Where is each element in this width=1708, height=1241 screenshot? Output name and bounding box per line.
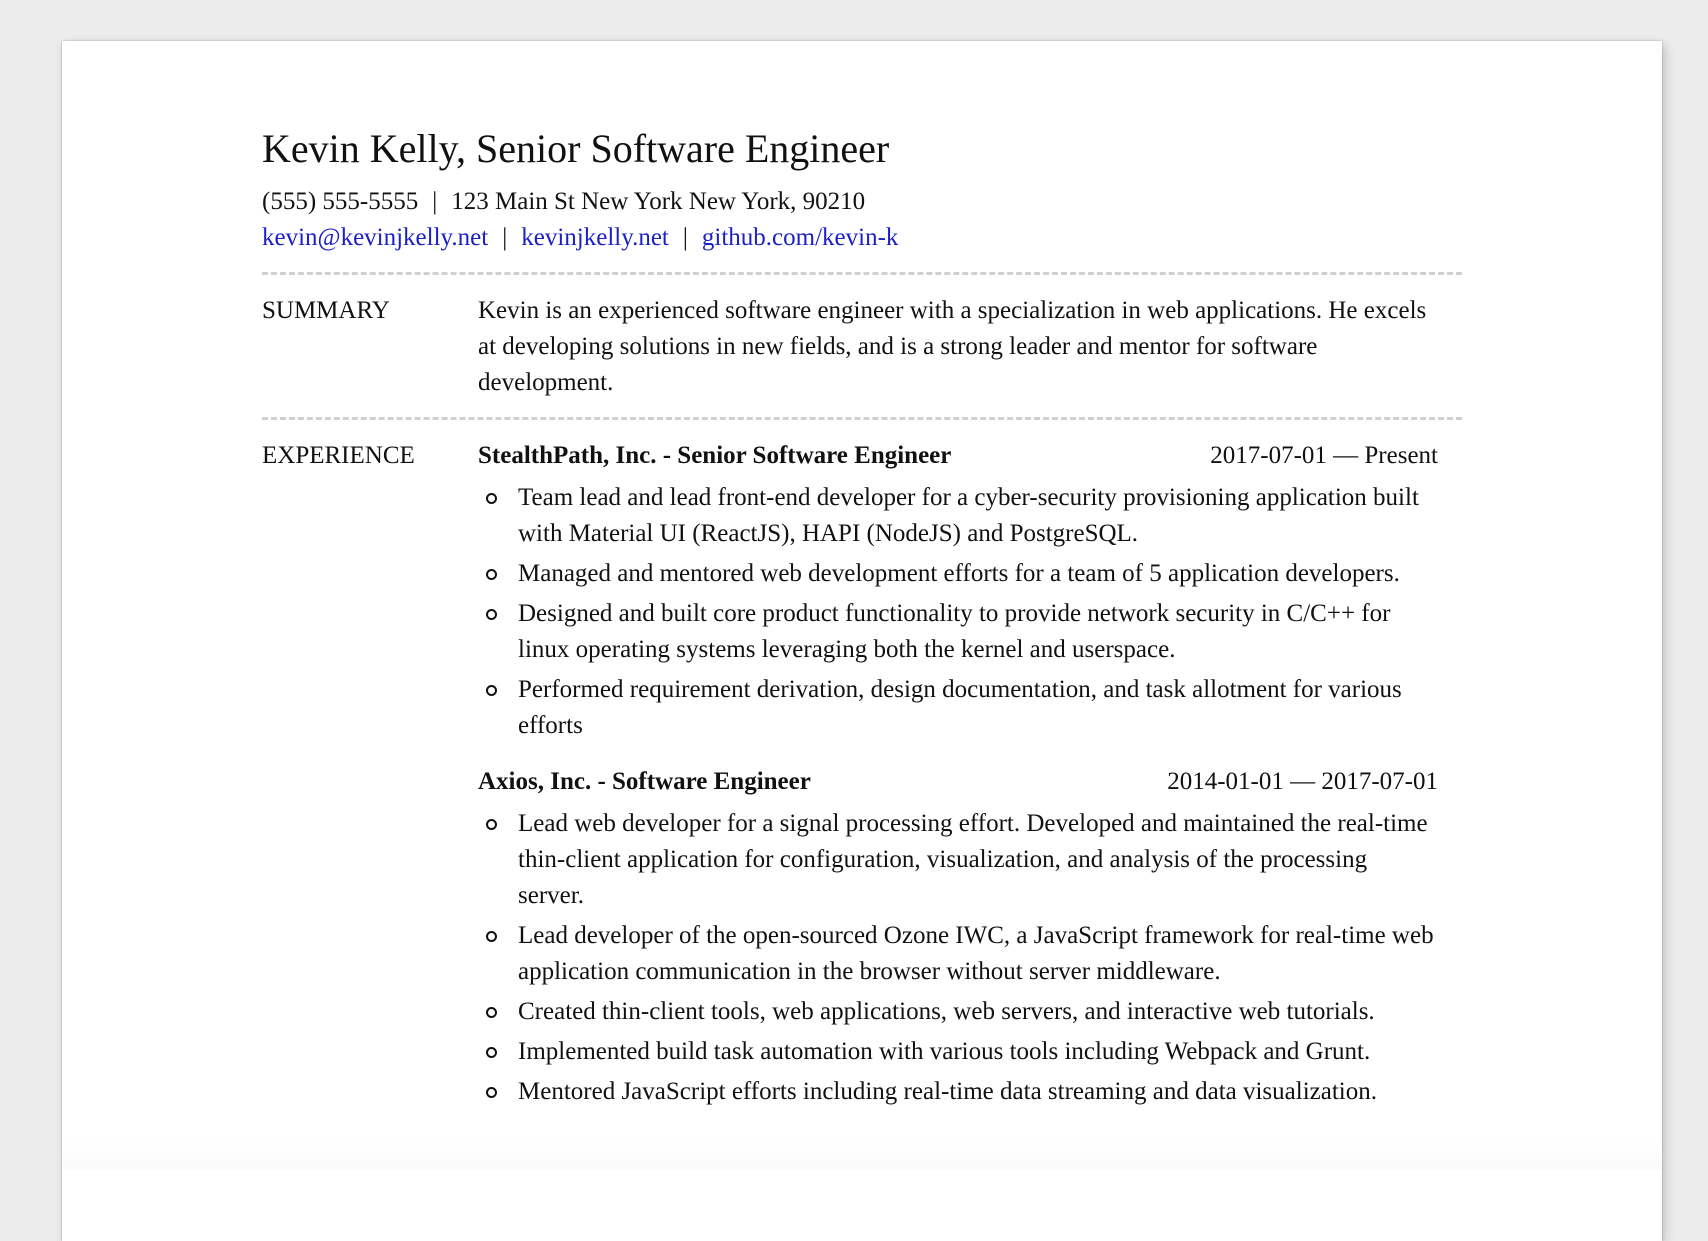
list-item: Created thin-client tools, web applicati… (478, 994, 1438, 1030)
bullet-text: Designed and built core product function… (518, 600, 1391, 663)
experience-body: StealthPath, Inc. - Senior Software Engi… (478, 438, 1462, 1130)
job-dates: 2017-07-01 — Present (1210, 442, 1438, 469)
job-title: Axios, Inc. - Software Engineer (478, 768, 811, 795)
name-title: Kevin Kelly, Senior Software Engineer (262, 126, 890, 171)
list-item: Implemented build task automation with v… (478, 1034, 1438, 1070)
list-item: Performed requirement derivation, design… (478, 672, 1438, 744)
circle-bullet-icon (486, 819, 497, 830)
contact-line-links: kevin@kevinjkelly.net | kevinjkelly.net | gi… (262, 220, 1462, 256)
circle-bullet-icon (486, 1007, 497, 1018)
job-header: Axios, Inc. - Software Engineer 2014-01-… (478, 764, 1438, 800)
bullet-text: Team lead and lead front-end developer f… (518, 484, 1419, 547)
list-item: Managed and mentored web development eff… (478, 556, 1438, 592)
phone-number: (555) 555-5555 (262, 188, 419, 215)
list-item: Mentored JavaScript efforts including re… (478, 1074, 1438, 1110)
github-link[interactable]: github.com/kevin-k (702, 224, 899, 251)
website-link[interactable]: kevinjkelly.net (521, 224, 669, 251)
section-label-summary: SUMMARY (262, 297, 390, 324)
email-link[interactable]: kevin@kevinjkelly.net (262, 224, 488, 251)
job-title: StealthPath, Inc. - Senior Software Engi… (478, 442, 952, 469)
section-label-experience: EXPERIENCE (262, 442, 415, 469)
contact-separator: | (682, 224, 688, 251)
summary-text: Kevin is an experienced software enginee… (478, 297, 1427, 396)
job-header: StealthPath, Inc. - Senior Software Engi… (478, 438, 1438, 474)
address: 123 Main St New York New York, 90210 (451, 188, 866, 215)
circle-bullet-icon (486, 609, 497, 620)
job-entry: Axios, Inc. - Software Engineer 2014-01-… (478, 764, 1438, 1110)
list-item: Team lead and lead front-end developer f… (478, 480, 1438, 552)
summary-body: Kevin is an experienced software enginee… (478, 293, 1462, 417)
job-bullets: Lead web developer for a signal processi… (478, 806, 1438, 1110)
bullet-text: Performed requirement derivation, design… (518, 676, 1402, 739)
experience-section: EXPERIENCE StealthPath, Inc. - Senior So… (262, 420, 1462, 1130)
job-dates: 2014-01-01 — 2017-07-01 (1167, 768, 1438, 795)
bullet-text: Implemented build task automation with v… (518, 1038, 1371, 1065)
resume-page: Kevin Kelly, Senior Software Engineer (5… (62, 41, 1662, 1241)
bullet-text: Created thin-client tools, web applicati… (518, 998, 1375, 1025)
summary-section: SUMMARY Kevin is an experienced software… (262, 275, 1462, 417)
circle-bullet-icon (486, 569, 497, 580)
contact-line-phone-address: (555) 555-5555 | 123 Main St New York New … (262, 184, 1462, 220)
bullet-text: Lead developer of the open-sourced Ozone… (518, 922, 1434, 985)
list-item: Lead web developer for a signal processi… (478, 806, 1438, 914)
bullet-text: Managed and mentored web development eff… (518, 560, 1400, 587)
contact-separator: | (432, 188, 438, 215)
job-bullets: Team lead and lead front-end developer f… (478, 480, 1438, 744)
list-item: Designed and built core product function… (478, 596, 1438, 668)
resume-content: Kevin Kelly, Senior Software Engineer (5… (262, 126, 1462, 1130)
circle-bullet-icon (486, 1087, 497, 1098)
circle-bullet-icon (486, 1047, 497, 1058)
circle-bullet-icon (486, 685, 497, 696)
list-item: Lead developer of the open-sourced Ozone… (478, 918, 1438, 990)
circle-bullet-icon (486, 931, 497, 942)
circle-bullet-icon (486, 493, 497, 504)
bullet-text: Lead web developer for a signal processi… (518, 810, 1428, 909)
contact-separator: | (502, 224, 508, 251)
job-entry: StealthPath, Inc. - Senior Software Engi… (478, 438, 1438, 744)
bullet-text: Mentored JavaScript efforts including re… (518, 1078, 1377, 1105)
